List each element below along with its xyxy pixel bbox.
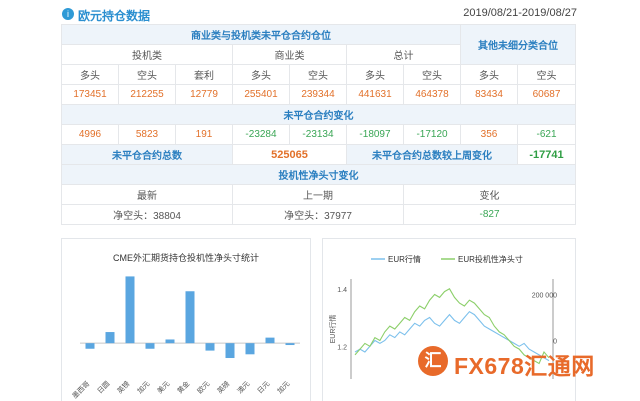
x-tick-label: 加元 [135,379,151,395]
position-cell: 12779 [175,84,233,105]
page-title: 欧元持仓数据 [78,9,151,23]
x-tick-label: 日元 [256,380,272,396]
bar [165,339,175,344]
bar [205,343,215,351]
x-tick-label: 加元 [275,379,291,395]
col-label: 多头 [346,64,404,85]
bar-chart-panel: CME外汇期货持仓投机性净头寸统计 墨西哥 日圆 英镑 加元 美元 黄金 欧元 英磅 澳元 日元 加元 [61,238,311,401]
watermark-text-cn: 汇通网 [524,353,595,379]
table-title-left: 商业类与投机类未平仓合约仓位 [60,24,462,45]
legend-label: EUR投机性净头寸 [458,254,523,264]
col-label: 多头 [460,64,519,85]
bar [225,343,235,359]
change-cell: -17120 [402,124,462,145]
y-right-tick: 200 000 [532,293,557,300]
position-cell: 441631 [346,84,404,105]
position-cell: 173451 [61,84,119,105]
y-left-tick: 1.2 [337,344,347,351]
chart-title: CME外汇期货持仓投机性净头寸统计 [113,252,259,263]
x-tick-label: 英镑 [115,379,131,395]
position-cell: 239344 [289,84,347,105]
position-cell: 83434 [460,84,519,105]
col-label: 套利 [175,64,233,85]
total-value: 525065 [232,144,347,165]
change-title: 未平仓合约变化 [60,104,577,125]
col-label: 空头 [118,64,176,85]
group-speculative: 投机类 [61,44,233,65]
bar [85,343,95,349]
col-label: 空头 [517,64,577,85]
bar [245,343,255,355]
position-cell: 255401 [232,84,290,105]
net-col-change: 变化 [402,184,577,205]
change-cell: 356 [460,124,519,145]
net-value-change: -827 [402,204,577,225]
x-tick-label: 黄金 [175,379,191,395]
legend-label: EUR行情 [388,254,421,264]
net-col-previous: 上一期 [232,184,404,205]
net-col-latest: 最新 [61,184,233,205]
net-value-previous: 净空头：37977 [232,204,404,225]
change-cell: -23134 [289,124,347,145]
change-cell: 191 [175,124,233,145]
bar [265,337,275,344]
col-label: 多头 [232,64,290,85]
fx678-logo-icon: 汇 [418,346,448,376]
total-change-value: -17741 [517,144,577,165]
x-tick-label: 墨西哥 [71,380,92,401]
fx678-watermark: 汇 FX678汇通网 [418,345,618,381]
change-cell: -23284 [232,124,290,145]
x-tick-label: 日圆 [96,380,112,396]
bar [285,343,295,346]
x-tick-label: 澳元 [235,379,251,395]
col-label: 空头 [289,64,347,85]
bar [125,276,135,344]
group-commercial: 商业类 [232,44,347,65]
col-label: 多头 [61,64,119,85]
info-circle-icon: i [62,8,74,20]
total-change-label: 未平仓合约总数较上周变化 [345,144,519,165]
net-value-latest: 净空头：38804 [61,204,233,225]
y-left-tick: 1.4 [337,287,347,294]
date-range: 2019/08/21-2019/08/27 [463,7,577,19]
bar [185,291,195,344]
x-tick-label: 英磅 [215,379,231,395]
watermark-text: FX678 [454,353,525,379]
x-tick-label: 欧元 [195,379,211,395]
position-cell: 212255 [118,84,176,105]
bar [145,343,155,349]
change-cell: -18097 [346,124,404,145]
change-cell: 4996 [61,124,119,145]
group-total: 总计 [345,44,462,65]
position-cell: 60687 [517,84,577,105]
total-label: 未平仓合约总数 [61,144,233,165]
bar [105,332,115,344]
positions-table: 商业类与投机类未平仓合约仓位 其他未细分类合位 投机类 商业类 总计 多头 空头… [60,24,577,225]
bar-chart: CME外汇期货持仓投机性净头寸统计墨西哥 日圆 英镑 加元 美元 黄金 欧元 英磅 澳元 日元 加元 [71,252,300,401]
net-title: 投机性净头寸变化 [60,164,577,185]
change-cell: 5823 [118,124,176,145]
x-tick-label: 美元 [155,379,171,395]
change-cell: -621 [517,124,577,145]
y-axis-label: EUR行情 [328,315,337,344]
position-cell: 464378 [402,84,462,105]
table-title-right: 其他未细分类合位 [460,24,577,65]
col-label: 空头 [402,64,462,85]
